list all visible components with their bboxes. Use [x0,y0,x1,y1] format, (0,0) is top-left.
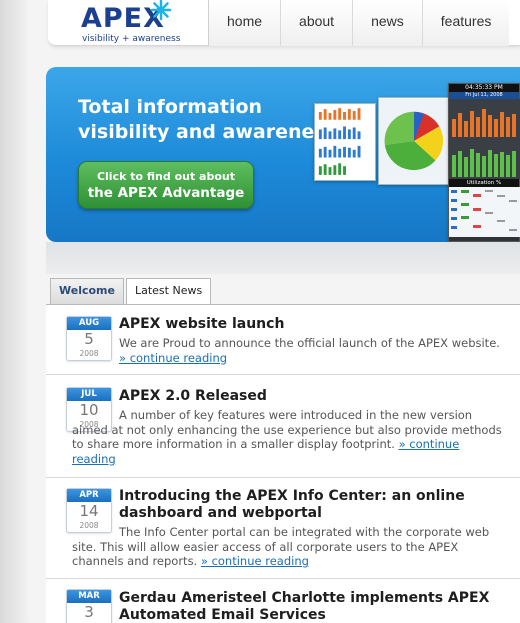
news-title[interactable]: APEX website launch [119,316,512,333]
dashboard-screenshot: 04:35:33 PM Fri Jul 11, 2008 Utilization… [448,83,520,242]
continue-reading-link[interactable]: » continue reading [119,351,227,365]
nav-about[interactable]: about [280,0,353,46]
news-summary: The Info Center portal can be integrated… [72,525,502,569]
nav-home[interactable]: home [208,0,281,46]
tab-welcome[interactable]: Welcome [50,278,124,304]
news-item: APR 14 2008 Introducing the APEX Info Ce… [46,479,520,579]
hero-banner: Total information visibility and awarene… [46,67,520,242]
tab-latest-news[interactable]: Latest News [125,278,212,305]
banner-divider [46,242,520,274]
pie-chart-screenshot [378,97,452,185]
nav-news[interactable]: news [352,0,422,46]
dashboard-table [449,187,520,237]
apex-logo[interactable]: APEX visibility + awareness [81,0,181,45]
news-title[interactable]: Gerdau Ameristeel Charlotte implements A… [119,590,512,623]
continue-reading-link[interactable]: » continue reading [201,554,309,568]
news-text: We are Proud to announce the official la… [119,336,500,350]
news-panel: AUG 5 2008 APEX website launch We are Pr… [46,304,520,623]
content-tabs: Welcome Latest News [50,278,213,305]
date-month: JUL [67,388,111,401]
product-screenshots: 04:35:33 PM Fri Jul 11, 2008 Utilization… [314,83,520,242]
cta-line-1: Click to find out about [96,170,236,183]
logo-spark-icon [150,0,172,21]
news-summary: We are Proud to announce the official la… [72,336,502,365]
nav-features[interactable]: features [421,0,510,46]
news-title[interactable]: APEX 2.0 Released [119,388,512,405]
news-item: MAR 3 2008 Gerdau Ameristeel Charlotte i… [46,580,520,623]
date-day: 3 [84,603,94,621]
date-month: APR [67,489,111,502]
dashboard-util-label: Utilization % [449,179,519,187]
news-summary: A number of key features were introduced… [72,408,502,466]
apex-advantage-button[interactable]: Click to find out about the APEX Advanta… [78,161,254,209]
news-item: JUL 10 2008 APEX 2.0 Released A number o… [46,376,520,478]
dashboard-bars [449,99,520,179]
bar-chart-screenshot [314,103,376,181]
date-month: MAR [67,590,111,603]
date-day: 14 [79,502,99,520]
site-header: APEX visibility + awareness home about n… [48,0,520,46]
dashboard-date: Fri Jul 11, 2008 [449,92,519,99]
cta-line-2: the APEX Advantage [87,185,245,201]
news-item: AUG 5 2008 APEX website launch We are Pr… [46,305,520,375]
banner-title: Total information visibility and awarene… [78,96,337,143]
main-nav: home about news features [208,0,510,46]
date-month: AUG [67,317,111,330]
logo-tagline: visibility + awareness [82,34,181,44]
date-badge: MAR 3 2008 [66,589,112,623]
news-title[interactable]: Introducing the APEX Info Center: an onl… [119,488,512,522]
dashboard-time: 04:35:33 PM [449,84,519,92]
